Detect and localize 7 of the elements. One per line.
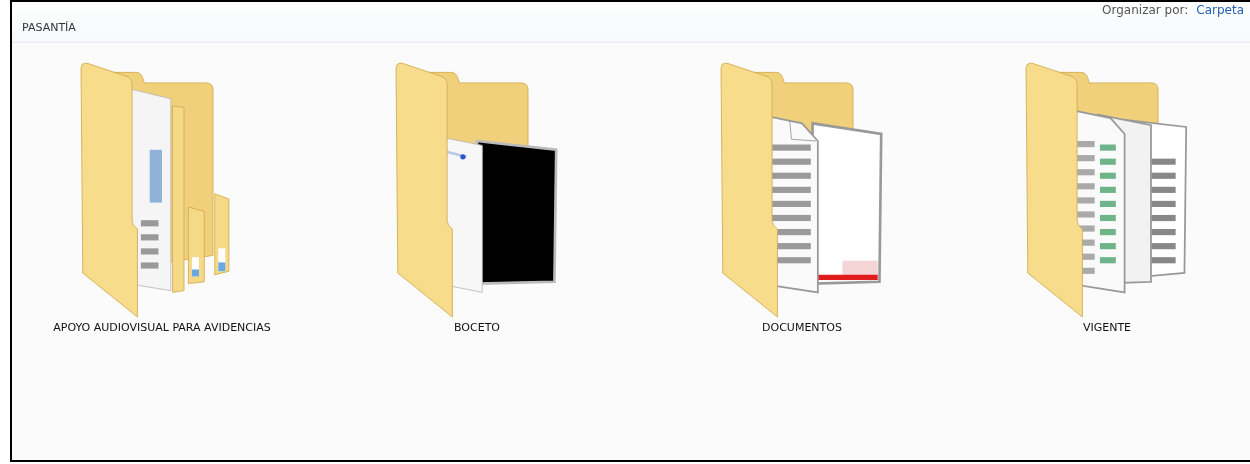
sort-dropdown[interactable]: Carpeta: [1196, 3, 1244, 17]
folder-name[interactable]: BOCETO: [454, 321, 500, 334]
folder-name[interactable]: DOCUMENTOS: [762, 321, 842, 334]
folder-title: PASANTÍA: [22, 21, 76, 34]
sort-label: Organizar por:: [1102, 3, 1189, 17]
folder-name[interactable]: VIGENTE: [1082, 321, 1132, 334]
folder-name[interactable]: APOYO AUDIOVISUAL PARA AVIDENCIAS: [53, 321, 271, 334]
